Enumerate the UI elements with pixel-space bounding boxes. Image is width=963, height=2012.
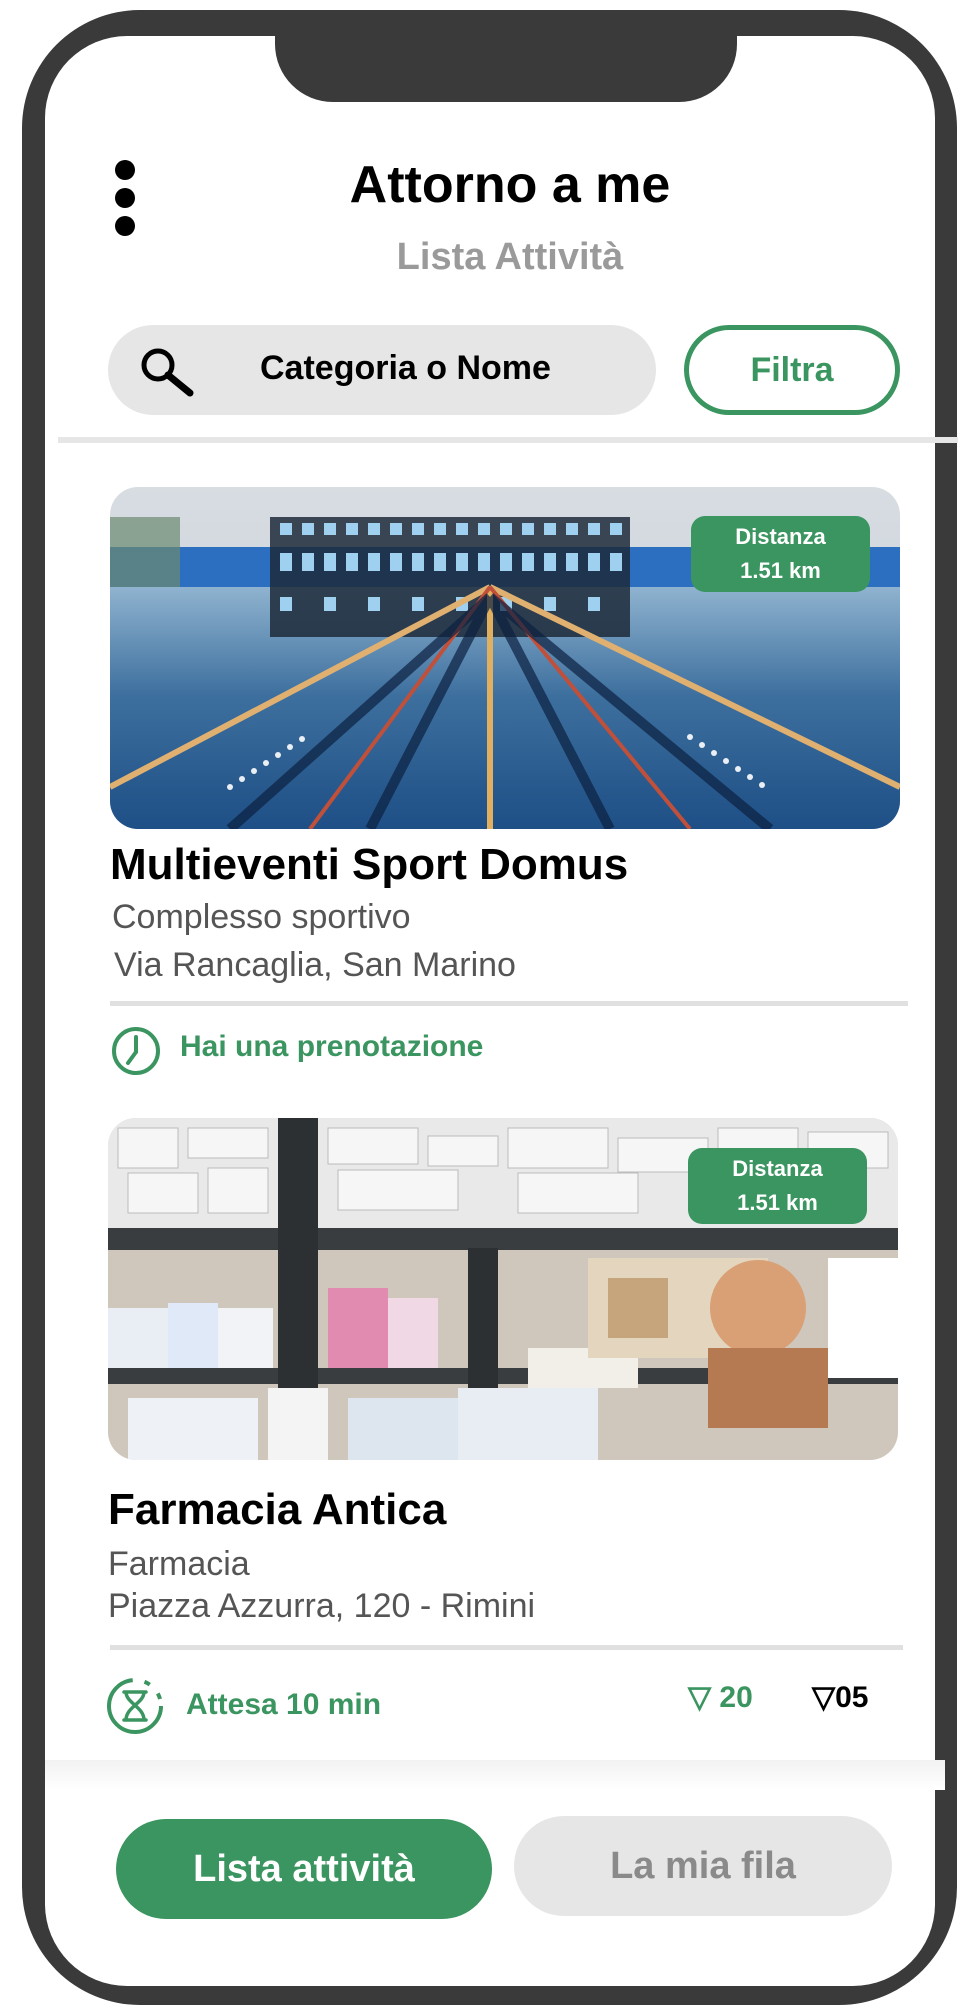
card-divider (110, 1645, 903, 1650)
distance-badge: Distanza 1.51 km (688, 1148, 867, 1224)
phone-notch (275, 14, 737, 102)
activity-name[interactable]: Farmacia Antica (108, 1485, 446, 1535)
clock-icon (112, 1027, 160, 1075)
black-vote[interactable]: ▽05 (812, 1680, 868, 1715)
activity-address: Via Rancaglia, San Marino (114, 946, 516, 984)
green-vote-count: 20 (719, 1681, 753, 1714)
filter-button[interactable]: Filtra (684, 325, 900, 415)
nav-la-mia-fila[interactable]: La mia fila (514, 1816, 892, 1916)
page-title: Attorno a me (349, 156, 671, 214)
green-vote[interactable]: ▽ 20 (688, 1680, 753, 1715)
distance-value: 1.51 km (740, 558, 821, 583)
distance-label: Distanza (735, 524, 826, 549)
activity-category: Complesso sportivo (112, 898, 411, 936)
activity-address: Piazza Azzurra, 120 - Rimini (108, 1587, 536, 1625)
bottom-nav-divider (45, 1760, 945, 1790)
distance-value: 1.51 km (737, 1190, 818, 1215)
card-divider (110, 1001, 908, 1006)
activity-name[interactable]: Multieventi Sport Domus (110, 840, 628, 890)
distance-badge: Distanza 1.51 km (691, 516, 870, 592)
header-divider (58, 437, 958, 443)
booking-status: Hai una prenotazione (180, 1030, 484, 1063)
search-icon (141, 348, 194, 397)
more-menu-icon[interactable] (115, 160, 141, 236)
hourglass-icon (107, 1678, 163, 1734)
search-placeholder: Categoria o Nome (260, 349, 551, 387)
activity-category: Farmacia (108, 1545, 250, 1583)
distance-label: Distanza (732, 1156, 823, 1181)
black-vote-count: 05 (835, 1681, 869, 1714)
black-triangle-icon: ▽ (812, 1681, 836, 1714)
search-input[interactable]: Categoria o Nome (108, 325, 656, 415)
nav-lista-attivita[interactable]: Lista attività (116, 1819, 492, 1919)
green-triangle-icon: ▽ (688, 1681, 712, 1714)
page-subtitle: Lista Attività (396, 236, 624, 278)
wait-status: Attesa 10 min (186, 1688, 382, 1721)
